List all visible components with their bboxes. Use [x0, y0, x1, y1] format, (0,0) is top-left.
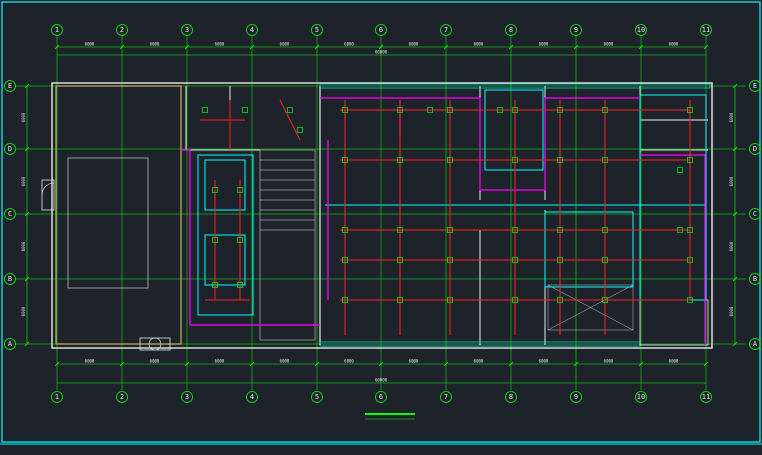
staircase: [259, 149, 316, 341]
light-fixture: [287, 107, 293, 113]
cyan-partitions: [197, 89, 707, 316]
top-total-label: 60000: [375, 50, 388, 55]
top-dim-label: 6000: [539, 42, 549, 47]
building-walls: [41, 82, 713, 351]
top-dim-label: 6000: [280, 42, 290, 47]
top-dim-label: 6000: [85, 42, 95, 47]
top-dim-label: 6000: [604, 42, 614, 47]
bottom-dim-label: 6000: [604, 359, 614, 364]
top-dim-label: 6000: [150, 42, 160, 47]
legend-panel: [67, 157, 149, 289]
light-fixture: [202, 107, 208, 113]
axis-bubble-left-B-label: B: [8, 275, 12, 283]
left-dim-label: 6000: [21, 306, 26, 316]
right-dim-label: 6000: [729, 176, 734, 186]
axis-bubble-top-8-label: 8: [509, 26, 513, 34]
axis-bubble-right-B-label: B: [753, 275, 757, 283]
left-hall-wall: [55, 85, 182, 345]
bottom-dim-label: 6000: [344, 359, 354, 364]
axis-bubble-right-C-label: C: [753, 210, 757, 218]
bottom-dim-label: 6000: [215, 359, 225, 364]
axis-bubble-bottom-6-label: 6: [379, 393, 383, 401]
left-dim-label: 6000: [21, 112, 26, 122]
axis-bubble-bottom-8-label: 8: [509, 393, 513, 401]
axis-bubble-top-5-label: 5: [315, 26, 319, 34]
axis-bubble-top-10-label: 10: [637, 26, 645, 34]
axis-bubble-top-7-label: 7: [444, 26, 448, 34]
axis-bubble-left-C-label: C: [8, 210, 12, 218]
axis-bubble-bottom-5-label: 5: [315, 393, 319, 401]
axis-bubble-bottom-7-label: 7: [444, 393, 448, 401]
light-fixture: [677, 167, 683, 173]
axis-bubble-left-E-label: E: [8, 82, 12, 90]
bottom-dim-label: 6000: [669, 359, 679, 364]
axis-bubble-top-4-label: 4: [250, 26, 254, 34]
axis-bubble-top-11-label: 11: [702, 26, 710, 34]
axis-grid-lines: [16, 36, 746, 390]
axis-bubble-top-3-label: 3: [185, 26, 189, 34]
right-dim-label: 6000: [729, 306, 734, 316]
axis-bubble-top-9-label: 9: [574, 26, 578, 34]
washroom-block: [639, 299, 709, 346]
top-dim-label: 6000: [669, 42, 679, 47]
axis-bubble-top-6-label: 6: [379, 26, 383, 34]
right-dim-label: 6000: [729, 241, 734, 251]
drawing-title-block: [365, 413, 415, 420]
axis-bubble-left-A-label: A: [8, 340, 13, 348]
axis-bubble-bottom-11-label: 11: [702, 393, 710, 401]
bottom-dim-label: 6000: [409, 359, 419, 364]
trunk-cable-route: [180, 97, 706, 345]
axis-bubble-bottom-4-label: 4: [250, 393, 254, 401]
light-fixture: [297, 127, 303, 133]
axis-bubble-right-A-label: A: [753, 340, 758, 348]
circuit-run: [279, 99, 301, 141]
left-dim-label: 6000: [21, 176, 26, 186]
axis-bubble-bottom-3-label: 3: [185, 393, 189, 401]
axis-bubble-right-E-label: E: [753, 82, 757, 90]
bottom-dim-label: 6000: [150, 359, 160, 364]
bottom-dim-label: 6000: [85, 359, 95, 364]
hatched-column-area: [547, 284, 634, 331]
floor-plan-drawing: 6000 6000 6000 6000 6000 6000 6000 6000 6000 6000…: [0, 1, 762, 445]
axis-bubble-top-1-label: 1: [55, 26, 59, 34]
outer-wall: [51, 82, 713, 349]
axis-bubble-right-D-label: D: [753, 145, 757, 153]
top-dim-label: 6000: [215, 42, 225, 47]
axis-bubble-bottom-9-label: 9: [574, 393, 578, 401]
right-dim-label: 6000: [729, 112, 734, 122]
bottom-dim-label: 6000: [474, 359, 484, 364]
bottom-total-label: 60000: [375, 378, 388, 383]
axis-bubble-bottom-10-label: 10: [637, 393, 645, 401]
left-dim-label: 6000: [21, 241, 26, 251]
top-dim-label: 6000: [344, 42, 354, 47]
bottom-dim-label: 6000: [539, 359, 549, 364]
axis-bubble-top-2-label: 2: [120, 26, 124, 34]
axis-bubble-bottom-1-label: 1: [55, 393, 59, 401]
top-dim-label: 6000: [474, 42, 484, 47]
top-dim-label: 6000: [409, 42, 419, 47]
light-fixture: [242, 107, 248, 113]
lighting-circuits: [200, 99, 691, 335]
bottom-dim-label: 6000: [280, 359, 290, 364]
legend-frame: [67, 157, 149, 289]
axis-bubble-left-D-label: D: [8, 145, 12, 153]
axis-bubble-bottom-2-label: 2: [120, 393, 124, 401]
